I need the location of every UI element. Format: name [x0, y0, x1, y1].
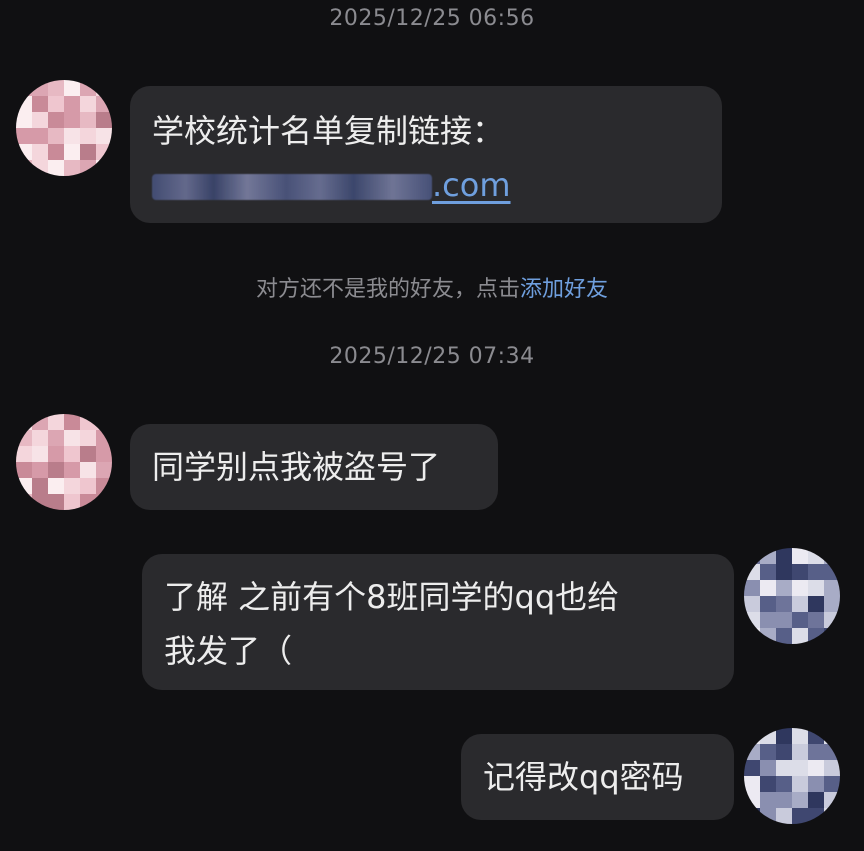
- message-text: 学校统计名单复制链接：: [152, 112, 505, 150]
- message-bubble-outgoing[interactable]: 记得改qq密码: [461, 734, 734, 820]
- message-link[interactable]: .com: [152, 158, 700, 212]
- message-bubble-outgoing[interactable]: 了解 之前有个8班同学的qq也给 我发了（: [142, 554, 734, 690]
- contact-avatar[interactable]: [16, 414, 112, 510]
- message-text: 记得改qq密码: [483, 758, 684, 796]
- timestamp: 2025/12/25 07:34: [329, 344, 535, 369]
- message-bubble-incoming[interactable]: 学校统计名单复制链接： .com: [130, 86, 722, 223]
- chat-screen: 2025/12/25 06:56 学校统计名单复制链接： .com 对方还不是我…: [0, 0, 864, 851]
- system-notice: 对方还不是我的好友，点击添加好友: [0, 271, 864, 303]
- user-avatar[interactable]: [744, 728, 840, 824]
- message-text: 我发了（: [164, 632, 293, 670]
- add-friend-link[interactable]: 添加好友: [520, 277, 608, 302]
- contact-avatar[interactable]: [16, 80, 112, 176]
- message-text: 了解 之前有个8班同学的qq也给: [164, 578, 620, 616]
- timestamp: 2025/12/25 06:56: [329, 6, 535, 31]
- message-bubble-incoming[interactable]: 同学别点我被盗号了: [130, 424, 498, 510]
- message-text: 同学别点我被盗号了: [152, 448, 441, 486]
- system-notice-text: 对方还不是我的好友，点击: [255, 277, 520, 302]
- redacted-url: [152, 174, 432, 200]
- user-avatar[interactable]: [744, 548, 840, 644]
- link-suffix: .com: [432, 166, 511, 204]
